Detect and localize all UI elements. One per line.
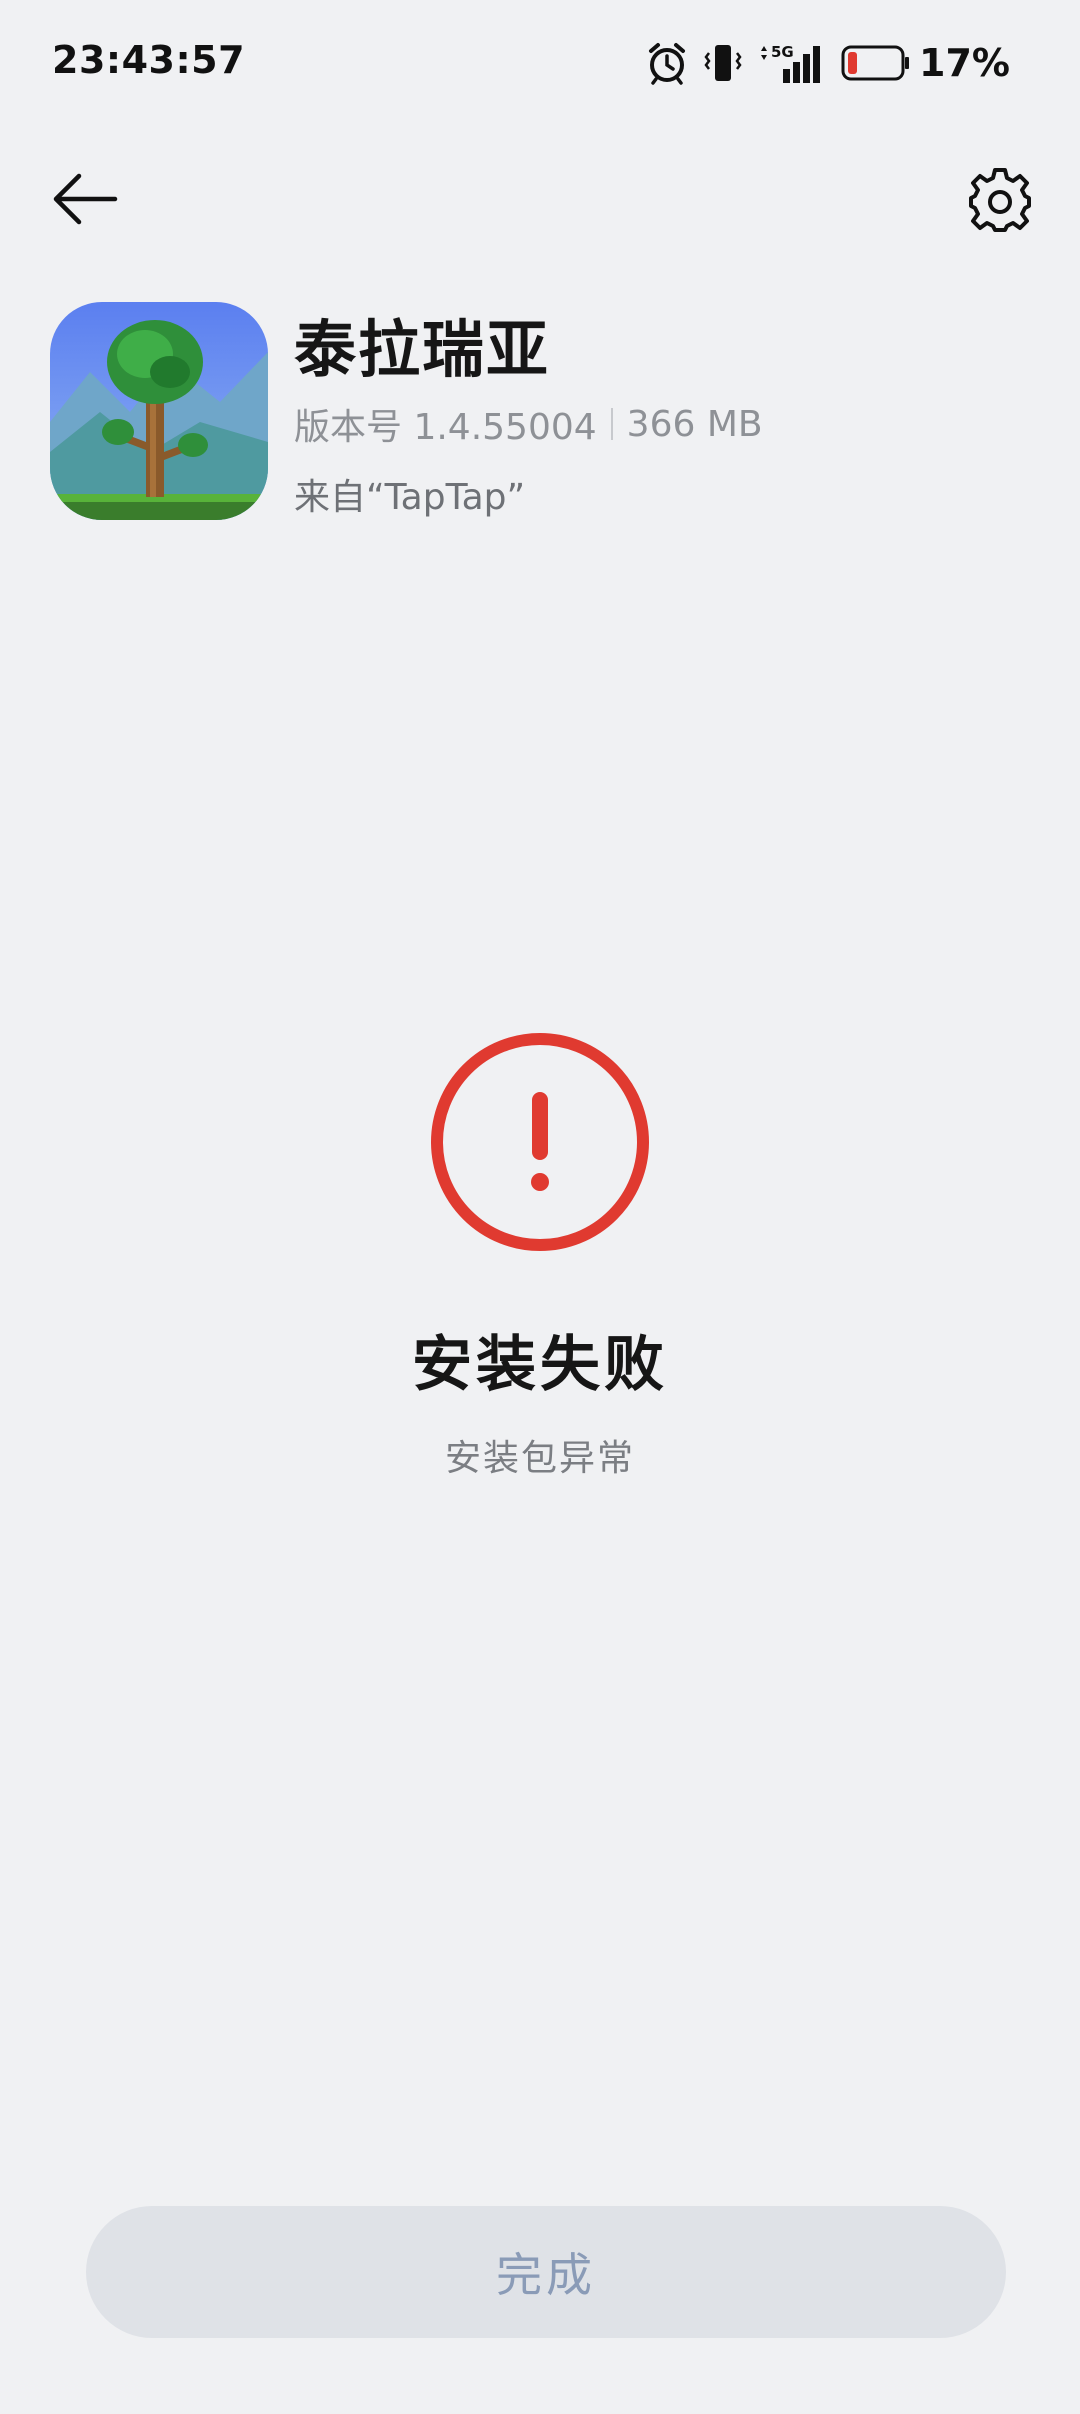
battery-fill: [848, 52, 858, 74]
5g-signal-icon: 5G: [761, 43, 821, 83]
exclamation-circle-icon: [431, 1033, 649, 1251]
app-source: 来自“TapTap”: [294, 477, 526, 519]
app-info: 泰拉瑞亚 版本号 1.4.55004 366 MB 来自“TapTap”: [294, 313, 763, 520]
status-time: 23:43:57: [52, 38, 246, 82]
terraria-tree-icon: [50, 302, 268, 520]
done-button[interactable]: 完成: [86, 2206, 1006, 2338]
gear-icon: [969, 168, 1031, 232]
network-type: 5G: [771, 43, 794, 61]
vibrate-icon: [704, 45, 742, 81]
install-result: 安装失败 安装包异常: [0, 1030, 1080, 1481]
meta-divider: [610, 408, 613, 441]
result-subtitle: 安装包异常: [444, 1438, 635, 1479]
app-size: 366 MB: [626, 403, 763, 445]
arrow-left-icon: [53, 173, 118, 225]
alarm-icon: [649, 43, 686, 85]
app-meta: 版本号 1.4.55004 366 MB: [294, 398, 763, 450]
app-header: 泰拉瑞亚 版本号 1.4.55004 366 MB 来自“TapTap”: [50, 302, 1030, 522]
app-name: 泰拉瑞亚: [294, 313, 551, 386]
battery-indicator: 17%: [841, 41, 1010, 85]
app-version: 版本号 1.4.55004: [294, 407, 597, 449]
top-bar: [0, 150, 1080, 250]
battery-percent: 17%: [919, 41, 1010, 85]
back-button[interactable]: [40, 164, 130, 234]
status-icons: 5G 17%: [645, 38, 1010, 88]
settings-button[interactable]: [960, 160, 1040, 240]
result-title: 安装失败: [412, 1330, 668, 1400]
status-bar: 23:43:57 5G 17%: [0, 0, 1080, 128]
battery-icon: [841, 45, 910, 81]
